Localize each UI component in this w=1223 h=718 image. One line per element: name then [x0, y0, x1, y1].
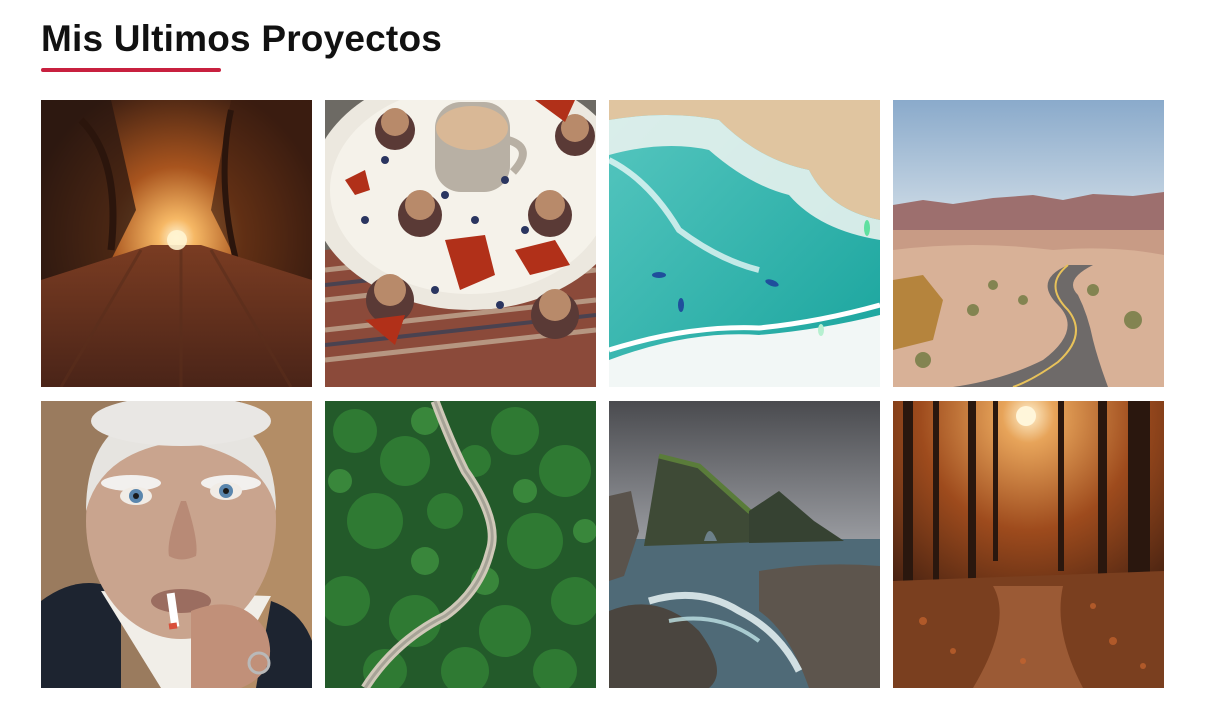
coffee-cupcakes-photo — [325, 100, 596, 387]
project-image-desert-road[interactable] — [893, 100, 1164, 387]
autumn-forest-path-photo — [893, 401, 1164, 688]
project-image-autumn-forest-path[interactable] — [893, 401, 1164, 688]
section-title: Mis Ultimos Proyectos — [41, 18, 443, 59]
project-image-coffee-cupcakes[interactable] — [325, 100, 596, 387]
title-underline — [41, 68, 221, 72]
project-gallery — [41, 100, 1166, 688]
autumn-road-photo — [41, 100, 312, 387]
forest-river-photo — [325, 401, 596, 688]
project-image-elderly-man-portrait[interactable] — [41, 401, 312, 688]
project-image-sea-arch[interactable] — [609, 401, 880, 688]
elderly-man-photo — [41, 401, 312, 688]
project-image-aerial-sea[interactable] — [609, 100, 880, 387]
project-image-aerial-forest-river[interactable] — [325, 401, 596, 688]
aerial-sea-photo — [609, 100, 880, 387]
sea-arch-photo — [609, 401, 880, 688]
desert-road-photo — [893, 100, 1164, 387]
project-image-autumn-road[interactable] — [41, 100, 312, 387]
